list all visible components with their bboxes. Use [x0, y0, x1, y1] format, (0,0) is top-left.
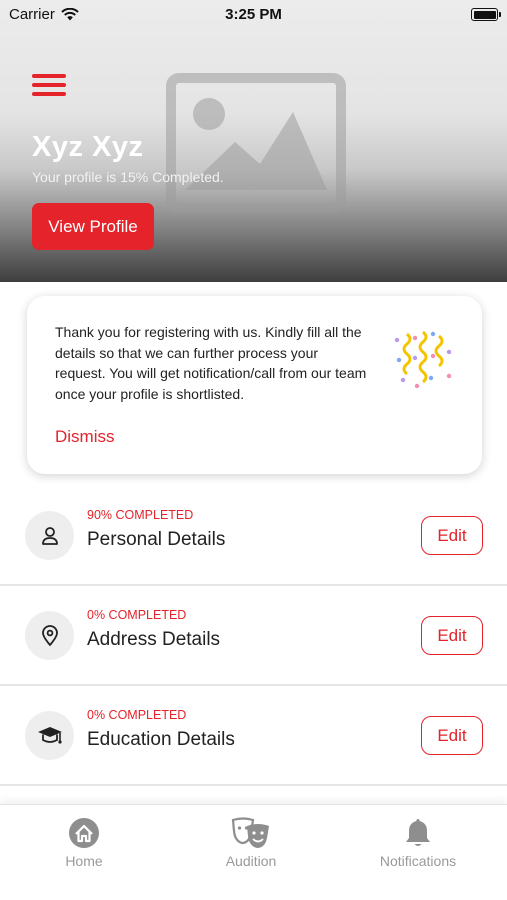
address-details-section: 0% COMPLETED Address Details Edit	[0, 586, 507, 686]
profile-header: Xyz Xyz Your profile is 15% Completed. V…	[0, 0, 507, 282]
person-icon	[25, 511, 74, 560]
graduation-cap-icon	[25, 711, 74, 760]
section-progress: 0% COMPLETED	[87, 608, 187, 622]
clock: 3:25 PM	[225, 6, 282, 23]
tab-notifications[interactable]: Notifications	[358, 817, 478, 869]
theater-masks-icon	[231, 817, 269, 848]
profile-completion-text: Your profile is 15% Completed.	[32, 169, 224, 185]
bell-icon	[406, 819, 430, 846]
user-name: Xyz Xyz	[32, 131, 144, 163]
profile-screen: Xyz Xyz Your profile is 15% Completed. V…	[0, 0, 507, 900]
registration-notice-card: Thank you for registering with us. Kindl…	[27, 296, 482, 474]
tab-audition[interactable]: Audition	[191, 817, 311, 869]
bottom-tab-bar: Home Audition Notifications	[0, 804, 507, 900]
battery-icon	[471, 8, 501, 21]
image-placeholder-icon	[166, 73, 346, 213]
view-profile-button[interactable]: View Profile	[32, 203, 154, 250]
confetti-icon	[394, 330, 452, 389]
edit-address-details-button[interactable]: Edit	[421, 616, 483, 655]
personal-details-section: 90% COMPLETED Personal Details Edit	[0, 486, 507, 586]
tab-home[interactable]: Home	[24, 817, 144, 869]
section-title: Personal Details	[87, 529, 226, 550]
section-title: Education Details	[87, 729, 235, 750]
section-progress: 0% COMPLETED	[87, 708, 187, 722]
dismiss-button[interactable]: Dismiss	[55, 427, 115, 447]
tab-label: Notifications	[379, 853, 457, 869]
hamburger-menu-icon[interactable]	[32, 74, 68, 100]
edit-education-details-button[interactable]: Edit	[421, 716, 483, 755]
education-details-section: 0% COMPLETED Education Details Edit	[0, 686, 507, 786]
section-title: Address Details	[87, 629, 221, 650]
status-bar: Carrier 3:25 PM	[0, 0, 507, 30]
section-progress: 90% COMPLETED	[87, 508, 194, 522]
notice-message: Thank you for registering with us. Kindl…	[55, 324, 367, 402]
location-pin-icon	[25, 611, 74, 660]
edit-personal-details-button[interactable]: Edit	[421, 516, 483, 555]
tab-label: Audition	[225, 853, 277, 869]
home-icon	[69, 818, 99, 848]
tab-label: Home	[65, 853, 103, 869]
